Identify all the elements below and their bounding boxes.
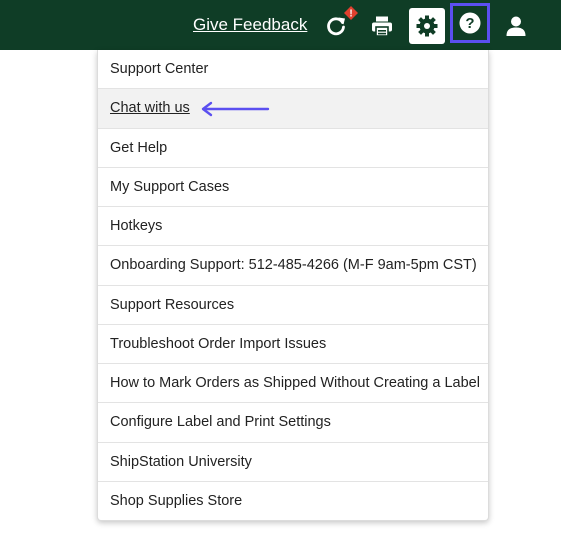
alert-badge-icon: ! — [344, 6, 358, 20]
menu-item-configure-label-print[interactable]: Configure Label and Print Settings — [98, 403, 488, 443]
svg-text:?: ? — [465, 15, 474, 32]
menu-item-shipstation-university[interactable]: ShipStation University — [98, 443, 488, 482]
menu-item-hotkeys[interactable]: Hotkeys — [98, 207, 488, 247]
menu-item-label: Hotkeys — [110, 218, 163, 235]
print-button[interactable] — [364, 8, 400, 44]
menu-item-label: Get Help — [110, 139, 168, 156]
menu-item-mark-orders-shipped[interactable]: How to Mark Orders as Shipped Without Cr… — [98, 364, 488, 404]
menu-item-label: My Support Cases — [110, 178, 230, 195]
user-account-button[interactable] — [498, 8, 534, 44]
menu-item-my-support-cases[interactable]: My Support Cases — [98, 168, 488, 207]
top-navigation-bar: Give Feedback ! ? — [0, 0, 561, 50]
menu-item-label: How to Mark Orders as Shipped Without Cr… — [110, 375, 480, 392]
help-icon: ? — [459, 12, 481, 34]
menu-item-label: Configure Label and Print Settings — [110, 414, 331, 431]
menu-section-support-center: Support Center — [98, 50, 488, 90]
menu-item-shop-supplies-store[interactable]: Shop Supplies Store — [98, 482, 488, 521]
menu-item-chat-with-us[interactable]: Chat with us — [98, 89, 488, 129]
menu-item-onboarding-support[interactable]: Onboarding Support: 512-485-4266 (M-F 9a… — [98, 246, 488, 286]
menu-item-label: Chat with us — [110, 100, 190, 117]
help-button[interactable]: ? — [450, 3, 490, 43]
menu-item-label: Onboarding Support: 512-485-4266 (M-F 9a… — [110, 257, 477, 274]
menu-item-label: Support Center — [110, 61, 209, 78]
gear-icon — [416, 15, 438, 37]
menu-item-label: Shop Supplies Store — [110, 493, 243, 510]
annotation-arrow-icon — [201, 101, 270, 117]
menu-section-support-resources: Support Resources — [98, 286, 488, 325]
help-dropdown-menu: Support Center Chat with us Get Help My … — [97, 50, 489, 521]
menu-item-label: Support Resources — [110, 296, 235, 313]
settings-button[interactable] — [409, 8, 445, 44]
menu-item-label: ShipStation University — [110, 453, 252, 470]
print-icon — [372, 16, 392, 37]
user-icon — [506, 16, 526, 36]
alert-badge-text: ! — [349, 9, 352, 20]
menu-item-label: Troubleshoot Order Import Issues — [110, 335, 327, 352]
menu-item-troubleshoot-order-import[interactable]: Troubleshoot Order Import Issues — [98, 325, 488, 364]
give-feedback-link[interactable]: Give Feedback — [193, 15, 307, 35]
menu-item-get-help[interactable]: Get Help — [98, 129, 488, 168]
